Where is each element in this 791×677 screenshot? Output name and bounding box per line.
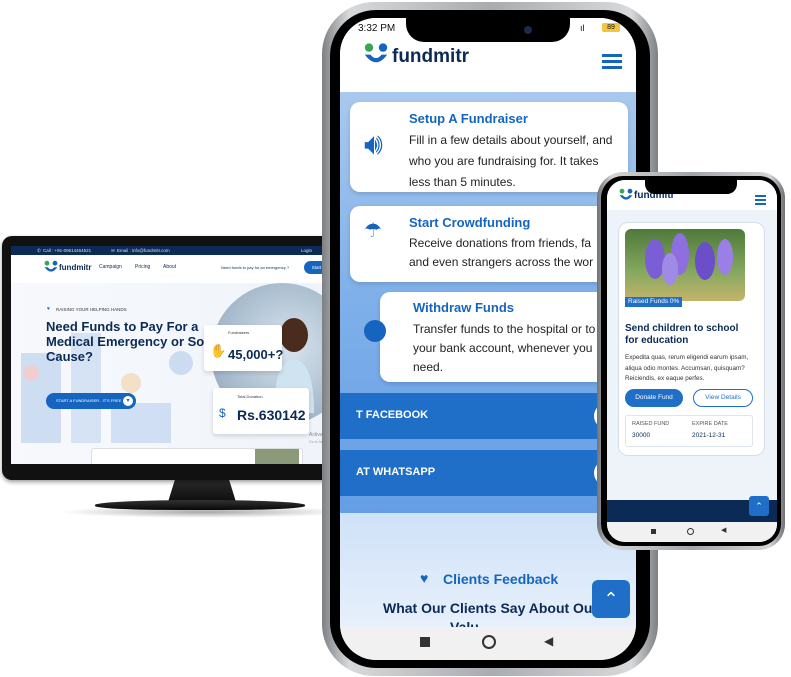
headline-line-2: Medical Emergency or Social xyxy=(46,334,226,349)
recent-apps-icon[interactable] xyxy=(651,529,656,534)
topbar-email: Email : info@fundmitr.com xyxy=(117,248,170,253)
fundraisers-value: 45,000+? xyxy=(228,347,284,362)
feedback-section: ♥ Clients Feedback What Our Clients Say … xyxy=(340,513,636,635)
campaign-title: Send children to school for education xyxy=(625,323,739,346)
monitor-stand-neck xyxy=(168,480,236,502)
step-title: Start Crowdfunding xyxy=(409,215,531,230)
mail-icon: ✉ xyxy=(111,248,115,253)
hero-cta-button[interactable]: START A FUNDRAISER - IT'S FREE ▾ xyxy=(46,393,136,409)
nav-pricing[interactable]: Pricing xyxy=(135,264,150,270)
expire-date-label: EXPIRE DATE xyxy=(692,421,728,427)
logo-icon xyxy=(44,260,58,272)
phone-notch xyxy=(406,18,570,42)
view-details-button[interactable]: View Details xyxy=(693,389,753,407)
share-facebook-label: T FACEBOOK xyxy=(356,409,429,421)
expire-date-value: 2021-12-31 xyxy=(692,432,726,439)
withdraw-icon xyxy=(364,320,386,342)
monitor-stand-base xyxy=(95,500,305,510)
heart-icon: ♥ xyxy=(420,570,429,586)
nav-about[interactable]: About xyxy=(163,264,176,270)
donation-value: Rs.630142 xyxy=(237,407,306,423)
phone-icon: ✆ xyxy=(37,248,41,253)
hamburger-menu-icon[interactable] xyxy=(602,54,622,69)
nav-campaign[interactable]: Campaign xyxy=(99,264,122,270)
share-whatsapp-row[interactable]: AT WHATSAPP xyxy=(340,450,636,496)
home-icon[interactable] xyxy=(687,528,694,535)
step-text: Fill in a few details about yourself, an… xyxy=(409,133,613,189)
small-phone-notch xyxy=(645,180,737,194)
hands-icon: ✋ xyxy=(210,343,227,358)
hero-cta-label: START A FUNDRAISER - IT'S FREE xyxy=(56,398,122,403)
small-phone-screen: fundmitr Raised Funds 0% Send children t… xyxy=(607,180,777,542)
desktop-logo-text[interactable]: fundmitr xyxy=(59,263,91,272)
headline-line-3: Cause? xyxy=(46,349,93,364)
money-icon: $ xyxy=(219,406,226,420)
donate-fund-button[interactable]: Donate Fund xyxy=(625,389,683,407)
wifi-icon: ıl xyxy=(580,23,585,33)
fundraisers-label: Fundraisers xyxy=(228,330,250,335)
scroll-top-button[interactable]: ⌃ xyxy=(749,496,769,516)
crowd-icon: ☂ xyxy=(364,220,382,242)
android-navbar: ◀ xyxy=(340,627,636,660)
status-time: 3:32 PM xyxy=(358,23,396,34)
emergency-text: Need funds to pay for an emergency ? xyxy=(221,265,290,270)
hero-headline: Need Funds to Pay For a Medical Emergenc… xyxy=(46,319,226,364)
share-facebook-row[interactable]: T FACEBOOK xyxy=(340,393,636,439)
phone-screen: 3:32 PM ıl 89 fundmitr 🔊︎ Setup A Fundra… xyxy=(340,18,636,660)
feedback-label: Clients Feedback xyxy=(443,571,559,587)
raised-funds-badge: Raised Funds 0% xyxy=(625,297,683,307)
logo-icon xyxy=(364,43,388,63)
hero-tagline: RAISING YOUR HELPING HANDS xyxy=(56,307,127,312)
share-whatsapp-label: AT WHATSAPP xyxy=(356,466,436,478)
crocus-flowers-image xyxy=(645,233,733,285)
donation-label: Total Donation xyxy=(237,394,263,399)
step-title: Setup A Fundraiser xyxy=(409,111,528,126)
campaign-stats: RAISED FUND 30000 EXPIRE DATE 2021-12-31 xyxy=(625,415,753,447)
stat-card-donation: Total Donation $ Rs.630142 xyxy=(213,388,309,434)
megaphone-icon: 🔊︎ xyxy=(364,128,383,161)
raised-fund-label: RAISED FUND xyxy=(632,421,670,427)
step-card-crowdfunding[interactable]: ☂ Start Crowdfunding Receive donations f… xyxy=(350,206,636,282)
phone-logo-text[interactable]: fundmitr xyxy=(392,46,469,68)
step-text: Receive donations from friends, fa and ev… xyxy=(409,236,594,269)
topbar-call: Call : +91-09614464521 xyxy=(43,248,92,253)
login-link[interactable]: Login xyxy=(301,246,312,255)
feedback-title: What Our Clients Say About Our xyxy=(383,600,598,616)
headline-line-1: Need Funds to Pay For a xyxy=(46,319,199,334)
arrow-down-icon: ▾ xyxy=(123,396,133,406)
step-card-setup[interactable]: 🔊︎ Setup A Fundraiser Fill in a few deta… xyxy=(350,102,628,192)
logo-icon xyxy=(619,188,633,200)
campaign-image xyxy=(625,229,745,301)
campaign-description: Expedita quas, rerum eligendi earum ipsa… xyxy=(625,354,749,382)
heart-icon: ♥ xyxy=(47,306,50,312)
home-icon[interactable] xyxy=(482,635,496,649)
back-icon[interactable]: ◀ xyxy=(721,526,726,534)
recent-apps-icon[interactable] xyxy=(420,637,430,647)
camera-icon xyxy=(524,26,532,34)
hamburger-menu-icon[interactable] xyxy=(755,195,766,205)
back-icon[interactable]: ◀ xyxy=(544,634,553,648)
stat-card-fundraisers: Fundraisers ✋ 45,000+? xyxy=(204,325,284,371)
small-android-navbar: ◀ xyxy=(607,522,777,542)
thumbnail-image xyxy=(255,449,299,464)
step-title: Withdraw Funds xyxy=(413,300,514,315)
step-text: Transfer funds to the hospital or to your… xyxy=(413,322,596,374)
battery-icon: 89 xyxy=(602,23,620,32)
scroll-top-button[interactable]: ⌃ xyxy=(592,580,630,618)
raised-fund-value: 30000 xyxy=(632,432,651,439)
campaign-card: Raised Funds 0% Send children to school f… xyxy=(618,222,765,456)
